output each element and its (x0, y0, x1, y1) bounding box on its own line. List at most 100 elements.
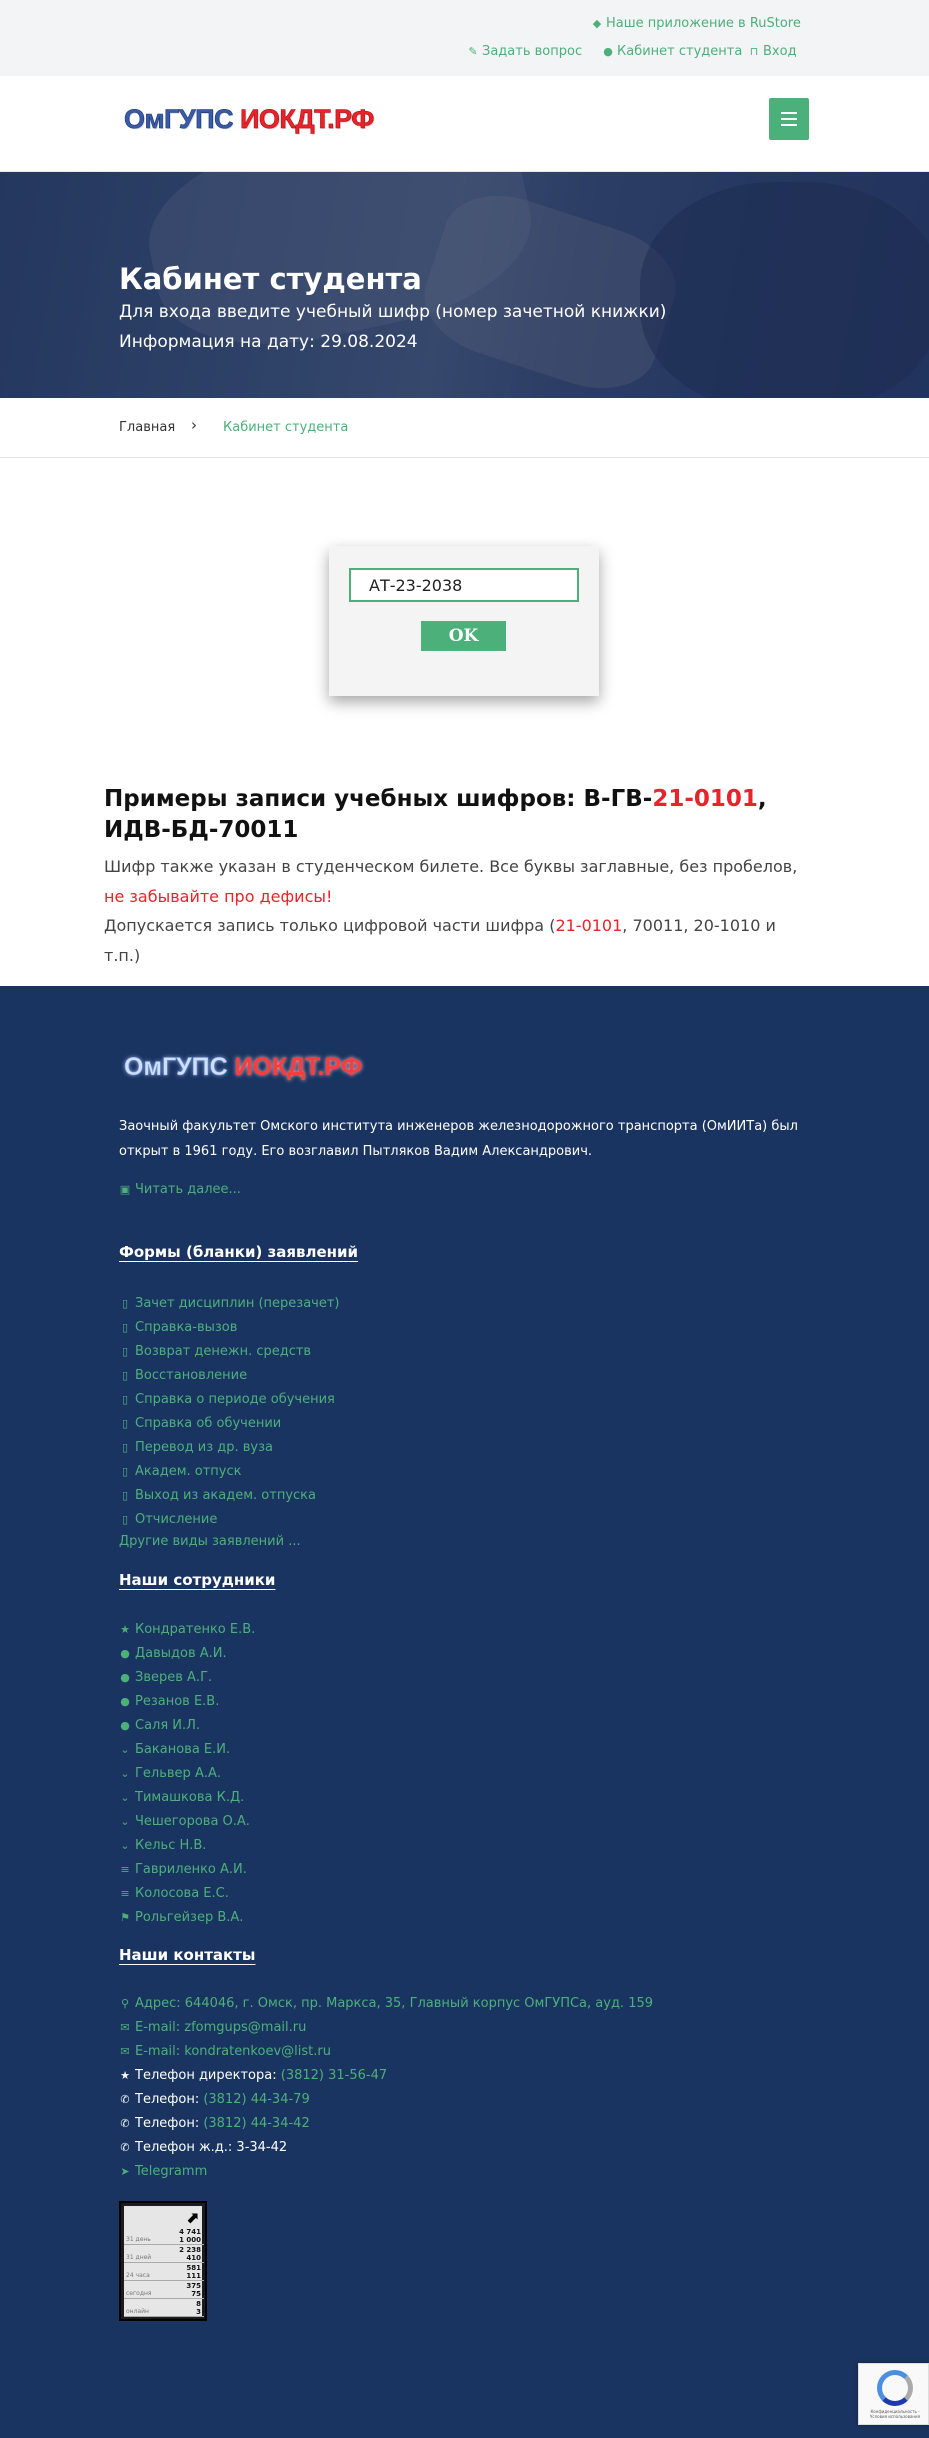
list-icon: ≡ (120, 1863, 130, 1876)
form-link[interactable]: ▯ Отчисление (119, 1512, 217, 1527)
counter-row: 24 часа 581 111 (124, 2264, 204, 2281)
logo-part-2: ИОКДТ.РФ (240, 104, 375, 135)
phone-1-number[interactable]: (3812) 44-34-79 (203, 2092, 309, 2107)
file-pdf-icon: ▯ (121, 1393, 129, 1406)
page-title: Кабинет студента (119, 262, 422, 296)
user-icon: ● (120, 1647, 130, 1660)
staff-member[interactable]: ● Зверев А.Г. (119, 1670, 212, 1685)
counter-row: 31 дней 2 238 410 (124, 2246, 204, 2263)
login-link[interactable]: ⊓ Вход (749, 44, 797, 59)
file-pdf-icon: ▯ (121, 1369, 129, 1382)
staff-member[interactable]: ★ Кондратенко Е.В. (119, 1622, 255, 1637)
examples-heading-highlight: 21-0101 (652, 786, 758, 812)
staff-member[interactable]: ● Резанов Е.В. (119, 1694, 219, 1709)
examples-heading: Примеры записи учебных шифров: В-ГВ-21-0… (104, 786, 767, 843)
chevron-down-icon: ⌄ (120, 1791, 130, 1804)
file-pdf-icon: ▯ (121, 1465, 129, 1478)
counter-row-label: онлайн (126, 2308, 149, 2315)
hero-banner: Кабинет студента Для входа введите учебн… (0, 172, 929, 398)
breadcrumb-current: Кабинет студента (223, 420, 349, 435)
envelope-icon: ✉ (120, 2021, 130, 2034)
arrow-up-right-icon: ⬈ (185, 2208, 199, 2227)
staff-member[interactable]: ≡ Колосова Е.С. (119, 1886, 228, 1901)
counter-row-label: сегодня (126, 2290, 152, 2297)
staff-member[interactable]: ● Саля И.Л. (119, 1718, 200, 1733)
examples-note-1: Шифр также указан в студенческом билете.… (104, 857, 798, 906)
user-icon: ● (120, 1695, 130, 1708)
staff-member[interactable]: ● Давыдов А.И. (119, 1646, 226, 1661)
staff-member[interactable]: ≡ Гавриленко А.И. (119, 1862, 247, 1877)
phone-icon: ✆ (120, 2117, 130, 2130)
top-bar: ◆ Наше приложение в RuStore ✎ Задать вопро… (0, 0, 929, 76)
staff-member[interactable]: ⚑ Рольгейзер В.А. (119, 1910, 243, 1925)
flag-icon: ⚑ (120, 1911, 130, 1924)
form-link[interactable]: ▯ Возврат денежн. средств (119, 1344, 311, 1359)
staff-member[interactable]: ⌄ Тимашкова К.Д. (119, 1790, 244, 1805)
lock-icon: ⊓ (749, 45, 759, 58)
hamburger-menu-button[interactable] (769, 98, 809, 140)
breadcrumb: Главная › Кабинет студента (0, 398, 929, 458)
phone-1: ✆ Телефон: (3812) 44-34-79 (120, 2092, 310, 2107)
user-icon: ● (120, 1671, 130, 1684)
rustore-app-link[interactable]: ◆ Наше приложение в RuStore (592, 16, 801, 31)
form-link[interactable]: ▯ Восстановление (119, 1368, 247, 1383)
form-link[interactable]: ▯ Перевод из др. вуза (119, 1440, 273, 1455)
file-pdf-icon: ▯ (121, 1441, 129, 1454)
recaptcha-icon (877, 2370, 913, 2406)
other-forms-link[interactable]: Другие виды заявлений ... (119, 1534, 301, 1549)
student-code-input[interactable] (349, 568, 579, 602)
chevron-down-icon: ⌄ (120, 1815, 130, 1828)
examples-note-2: Допускается запись только цифровой части… (104, 916, 776, 965)
read-more-link[interactable]: ▣ Читать далее... (119, 1182, 241, 1197)
site-logo[interactable]: ОмГУПС ИОКДТ.РФ (124, 104, 375, 135)
site-header: ОмГУПС ИОКДТ.РФ (0, 76, 929, 172)
file-pdf-icon: ▯ (121, 1417, 129, 1430)
phone-icon: ✆ (120, 2141, 130, 2154)
director-phone-number[interactable]: (3812) 31-56-47 (281, 2068, 387, 2083)
counter-row-values: 581 111 (186, 2264, 201, 2280)
counter-row: 31 день 4 741 1 000 (124, 2228, 204, 2245)
recaptcha-badge[interactable]: Конфиденциальность - Условия использован… (858, 2363, 929, 2425)
ask-question-link[interactable]: ✎ Задать вопрос (468, 44, 582, 59)
phone-icon: ✆ (120, 2093, 130, 2106)
file-pdf-icon: ▯ (121, 1513, 129, 1526)
login-card: OK (329, 546, 599, 696)
counter-row-values: 375 75 (186, 2282, 201, 2298)
breadcrumb-separator: › (191, 416, 197, 434)
staff-heading: Наши сотрудники (119, 1571, 276, 1589)
file-pdf-icon: ▯ (121, 1345, 129, 1358)
hyphen-warning: не забывайте про дефисы! (104, 887, 333, 906)
counter-row-label: 31 дней (126, 2254, 152, 2261)
chevron-down-icon: ⌄ (120, 1767, 130, 1780)
form-link[interactable]: ▯ Зачет дисциплин (перезачет) (119, 1296, 340, 1311)
staff-member[interactable]: ⌄ Чешегорова О.А. (119, 1814, 250, 1829)
visit-counter-widget[interactable]: ⬈ 31 день 4 741 1 000 31 дней 2 238 410 24 час… (119, 2201, 207, 2321)
address-link[interactable]: ⚲ Адрес: 644046, г. Омск, пр. Маркса, 35,… (119, 1996, 653, 2011)
user-icon: ● (603, 45, 613, 58)
footer-description: Заочный факультет Омского института инже… (119, 1119, 798, 1159)
form-link[interactable]: ▯ Выход из академ. отпуска (119, 1488, 316, 1503)
email-link-2[interactable]: ✉ E-mail: kondratenkoev@list.ru (119, 2044, 331, 2059)
file-pdf-icon: ▯ (121, 1297, 129, 1310)
form-link[interactable]: ▯ Справка об обучении (119, 1416, 281, 1431)
form-link[interactable]: ▯ Справка о периоде обучения (119, 1392, 335, 1407)
phone-2-number[interactable]: (3812) 44-34-42 (203, 2116, 309, 2131)
breadcrumb-home[interactable]: Главная (119, 420, 175, 435)
form-link[interactable]: ▯ Справка-вызов (119, 1320, 237, 1335)
hamburger-menu-icon (781, 112, 797, 114)
student-cabinet-link[interactable]: ● Кабинет студента (603, 44, 742, 59)
logo-part-1: ОмГУПС (124, 104, 234, 135)
form-link[interactable]: ▯ Академ. отпуск (119, 1464, 242, 1479)
staff-member[interactable]: ⌄ Гельвер А.А. (119, 1766, 221, 1781)
rustore-app-label: Наше приложение в RuStore (606, 16, 801, 31)
staff-member[interactable]: ⌄ Баканова Е.И. (119, 1742, 230, 1757)
contacts-heading: Наши контакты (119, 1946, 256, 1964)
telegram-link[interactable]: ➤ Telegramm (119, 2164, 207, 2179)
counter-row: онлайн 8 3 (124, 2300, 204, 2317)
chevron-down-icon: ⌄ (120, 1743, 130, 1756)
email-link-1[interactable]: ✉ E-mail: zfomgups@mail.ru (119, 2020, 306, 2035)
ok-button[interactable]: OK (421, 621, 506, 651)
footer-logo[interactable]: ОмГУПС ИОКДТ.РФ (124, 1053, 362, 1082)
counter-row: сегодня 375 75 (124, 2282, 204, 2299)
staff-member[interactable]: ⌄ Кельс Н.В. (119, 1838, 206, 1853)
